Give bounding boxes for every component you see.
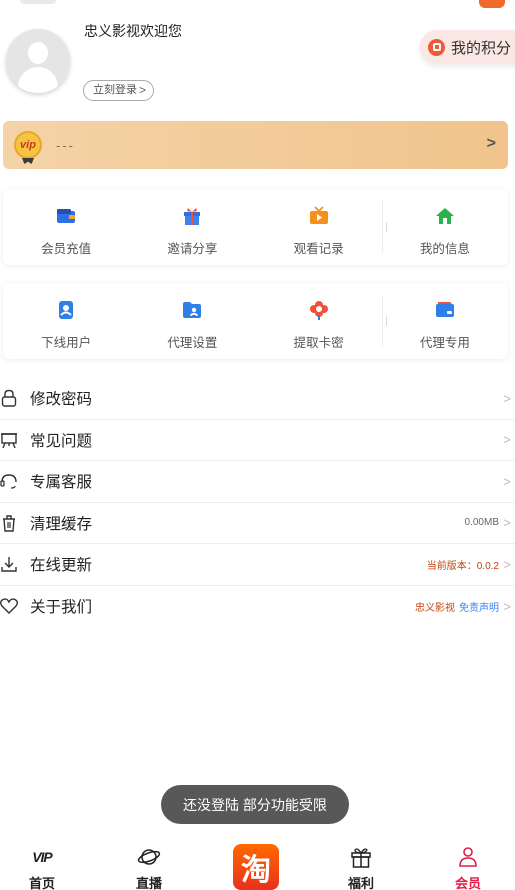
- feature-grid-2: 下线用户 代理设置 提取卡密 代理专用: [3, 283, 508, 359]
- menu-item-label: 常见问题: [30, 432, 93, 450]
- tab-label: 直播: [135, 876, 162, 890]
- grid-item-recharge[interactable]: 会员充值: [3, 189, 129, 265]
- grid-label: 会员充值: [41, 242, 92, 256]
- contacts-icon: [56, 300, 76, 320]
- grid-item-history[interactable]: 观看记录: [256, 189, 382, 265]
- tab-label: 会员: [454, 876, 481, 890]
- grid-label: 下线用户: [41, 336, 92, 350]
- heart-icon: [0, 597, 18, 615]
- trash-icon: [0, 514, 18, 532]
- lock-icon: [0, 389, 18, 407]
- grid-item-agent-only[interactable]: 代理专用: [381, 283, 508, 359]
- avatar-head: [28, 42, 48, 64]
- planet-icon: [137, 846, 161, 868]
- divider-notch: [381, 316, 387, 326]
- grid-item-extract-card[interactable]: 提取卡密: [256, 283, 382, 359]
- menu-item-label: 在线更新: [30, 557, 93, 575]
- gift-icon: [182, 206, 202, 226]
- home-icon: [435, 206, 455, 226]
- grid-label: 我的信息: [419, 242, 470, 256]
- chevron-right-icon: >: [503, 515, 511, 531]
- tab-member[interactable]: 会员: [438, 846, 498, 890]
- status-icon-partial: [20, 0, 56, 4]
- points-button[interactable]: 我的积分: [420, 30, 515, 64]
- message-icon[interactable]: [479, 0, 505, 8]
- grid-item-agent-settings[interactable]: 代理设置: [129, 283, 255, 359]
- menu-item-clear-cache[interactable]: 清理缓存 0.00MB >: [0, 503, 515, 544]
- vip-badge-text: vip: [20, 139, 36, 151]
- welcome-text: 忠义影视欢迎您: [84, 23, 182, 39]
- chevron-right-icon: >: [503, 598, 511, 614]
- user-icon: [457, 846, 479, 868]
- settings-list: 修改密码 > 常见问题 > 专属客服 > 清理缓存 0.00MB > 在线更新 …: [0, 378, 515, 627]
- flower-icon: [309, 300, 329, 320]
- toast-message: 还没登陆 部分功能受限: [161, 785, 349, 824]
- avatar-body: [18, 67, 58, 93]
- chevron-right-icon: >: [503, 432, 511, 448]
- tab-live[interactable]: 直播: [119, 846, 179, 890]
- disclaimer-link[interactable]: 免责声明: [459, 603, 499, 614]
- grid-label: 观看记录: [293, 242, 344, 256]
- tv-icon: [309, 206, 329, 226]
- vip-bar[interactable]: vip --- >: [3, 121, 508, 169]
- bottom-tabbar: VIP 首页 直播 淘 福利 会员: [0, 838, 515, 890]
- menu-item-label: 清理缓存: [30, 515, 93, 533]
- menu-item-label: 专属客服: [30, 474, 93, 492]
- menu-item-change-password[interactable]: 修改密码 >: [0, 378, 515, 420]
- wallet-icon: [56, 206, 76, 226]
- divider-notch: [381, 222, 387, 232]
- coin-icon: [428, 38, 445, 56]
- presentation-icon: [0, 431, 18, 449]
- chevron-right-icon: >: [503, 390, 511, 406]
- grid-label: 代理专用: [419, 336, 470, 350]
- grid-label: 代理设置: [167, 336, 218, 350]
- grid-item-invite[interactable]: 邀请分享: [129, 189, 255, 265]
- chevron-right-icon: >: [486, 135, 496, 152]
- card-icon: [435, 300, 455, 320]
- login-button[interactable]: 立刻登录 >: [83, 80, 155, 101]
- chevron-right-icon: >: [503, 473, 511, 489]
- avatar[interactable]: [6, 29, 70, 93]
- grid-item-downline[interactable]: 下线用户: [3, 283, 129, 359]
- menu-item-faq[interactable]: 常见问题 >: [0, 420, 515, 461]
- folder-user-icon: [182, 300, 202, 320]
- feature-grid-1: 会员充值 邀请分享 观看记录 我的信息: [3, 189, 508, 265]
- menu-item-customer-service[interactable]: 专属客服 >: [0, 461, 515, 503]
- app-name: 忠义影视: [415, 602, 455, 614]
- grid-label: 邀请分享: [167, 242, 218, 256]
- vip-status: ---: [56, 137, 75, 153]
- grid-item-my-info[interactable]: 我的信息: [381, 189, 508, 265]
- login-button-label: 立刻登录: [93, 84, 137, 96]
- points-label: 我的积分: [451, 39, 512, 57]
- cache-size: 0.00MB: [464, 517, 499, 529]
- vip-medal-icon: vip: [14, 131, 42, 159]
- chevron-right-icon: >: [503, 556, 511, 572]
- menu-item-label: 修改密码: [30, 391, 93, 409]
- taobao-button[interactable]: 淘: [233, 844, 279, 890]
- tab-welfare[interactable]: 福利: [331, 846, 391, 890]
- tab-label: 首页: [28, 876, 55, 890]
- chevron-right-icon: >: [139, 83, 147, 97]
- support-icon: [0, 472, 18, 490]
- menu-item-online-update[interactable]: 在线更新 当前版本：0.0.2 >: [0, 544, 515, 586]
- version-text: 当前版本：0.0.2: [427, 557, 499, 572]
- vip-icon: VIP: [32, 846, 53, 868]
- menu-item-label: 关于我们: [30, 599, 93, 617]
- grid-label: 提取卡密: [293, 336, 344, 350]
- about-right: 忠义影视 免责声明: [415, 599, 499, 614]
- gift-box-icon: [350, 846, 372, 868]
- tab-label: 福利: [347, 876, 374, 890]
- tab-home[interactable]: VIP 首页: [12, 846, 72, 890]
- menu-item-about-us[interactable]: 关于我们 忠义影视 免责声明 >: [0, 586, 515, 628]
- download-icon: [0, 555, 18, 573]
- taobao-icon: 淘: [241, 853, 271, 888]
- vip-icon-text: VIP: [32, 849, 53, 865]
- version-label: 当前版本：0.0.2: [426, 560, 499, 572]
